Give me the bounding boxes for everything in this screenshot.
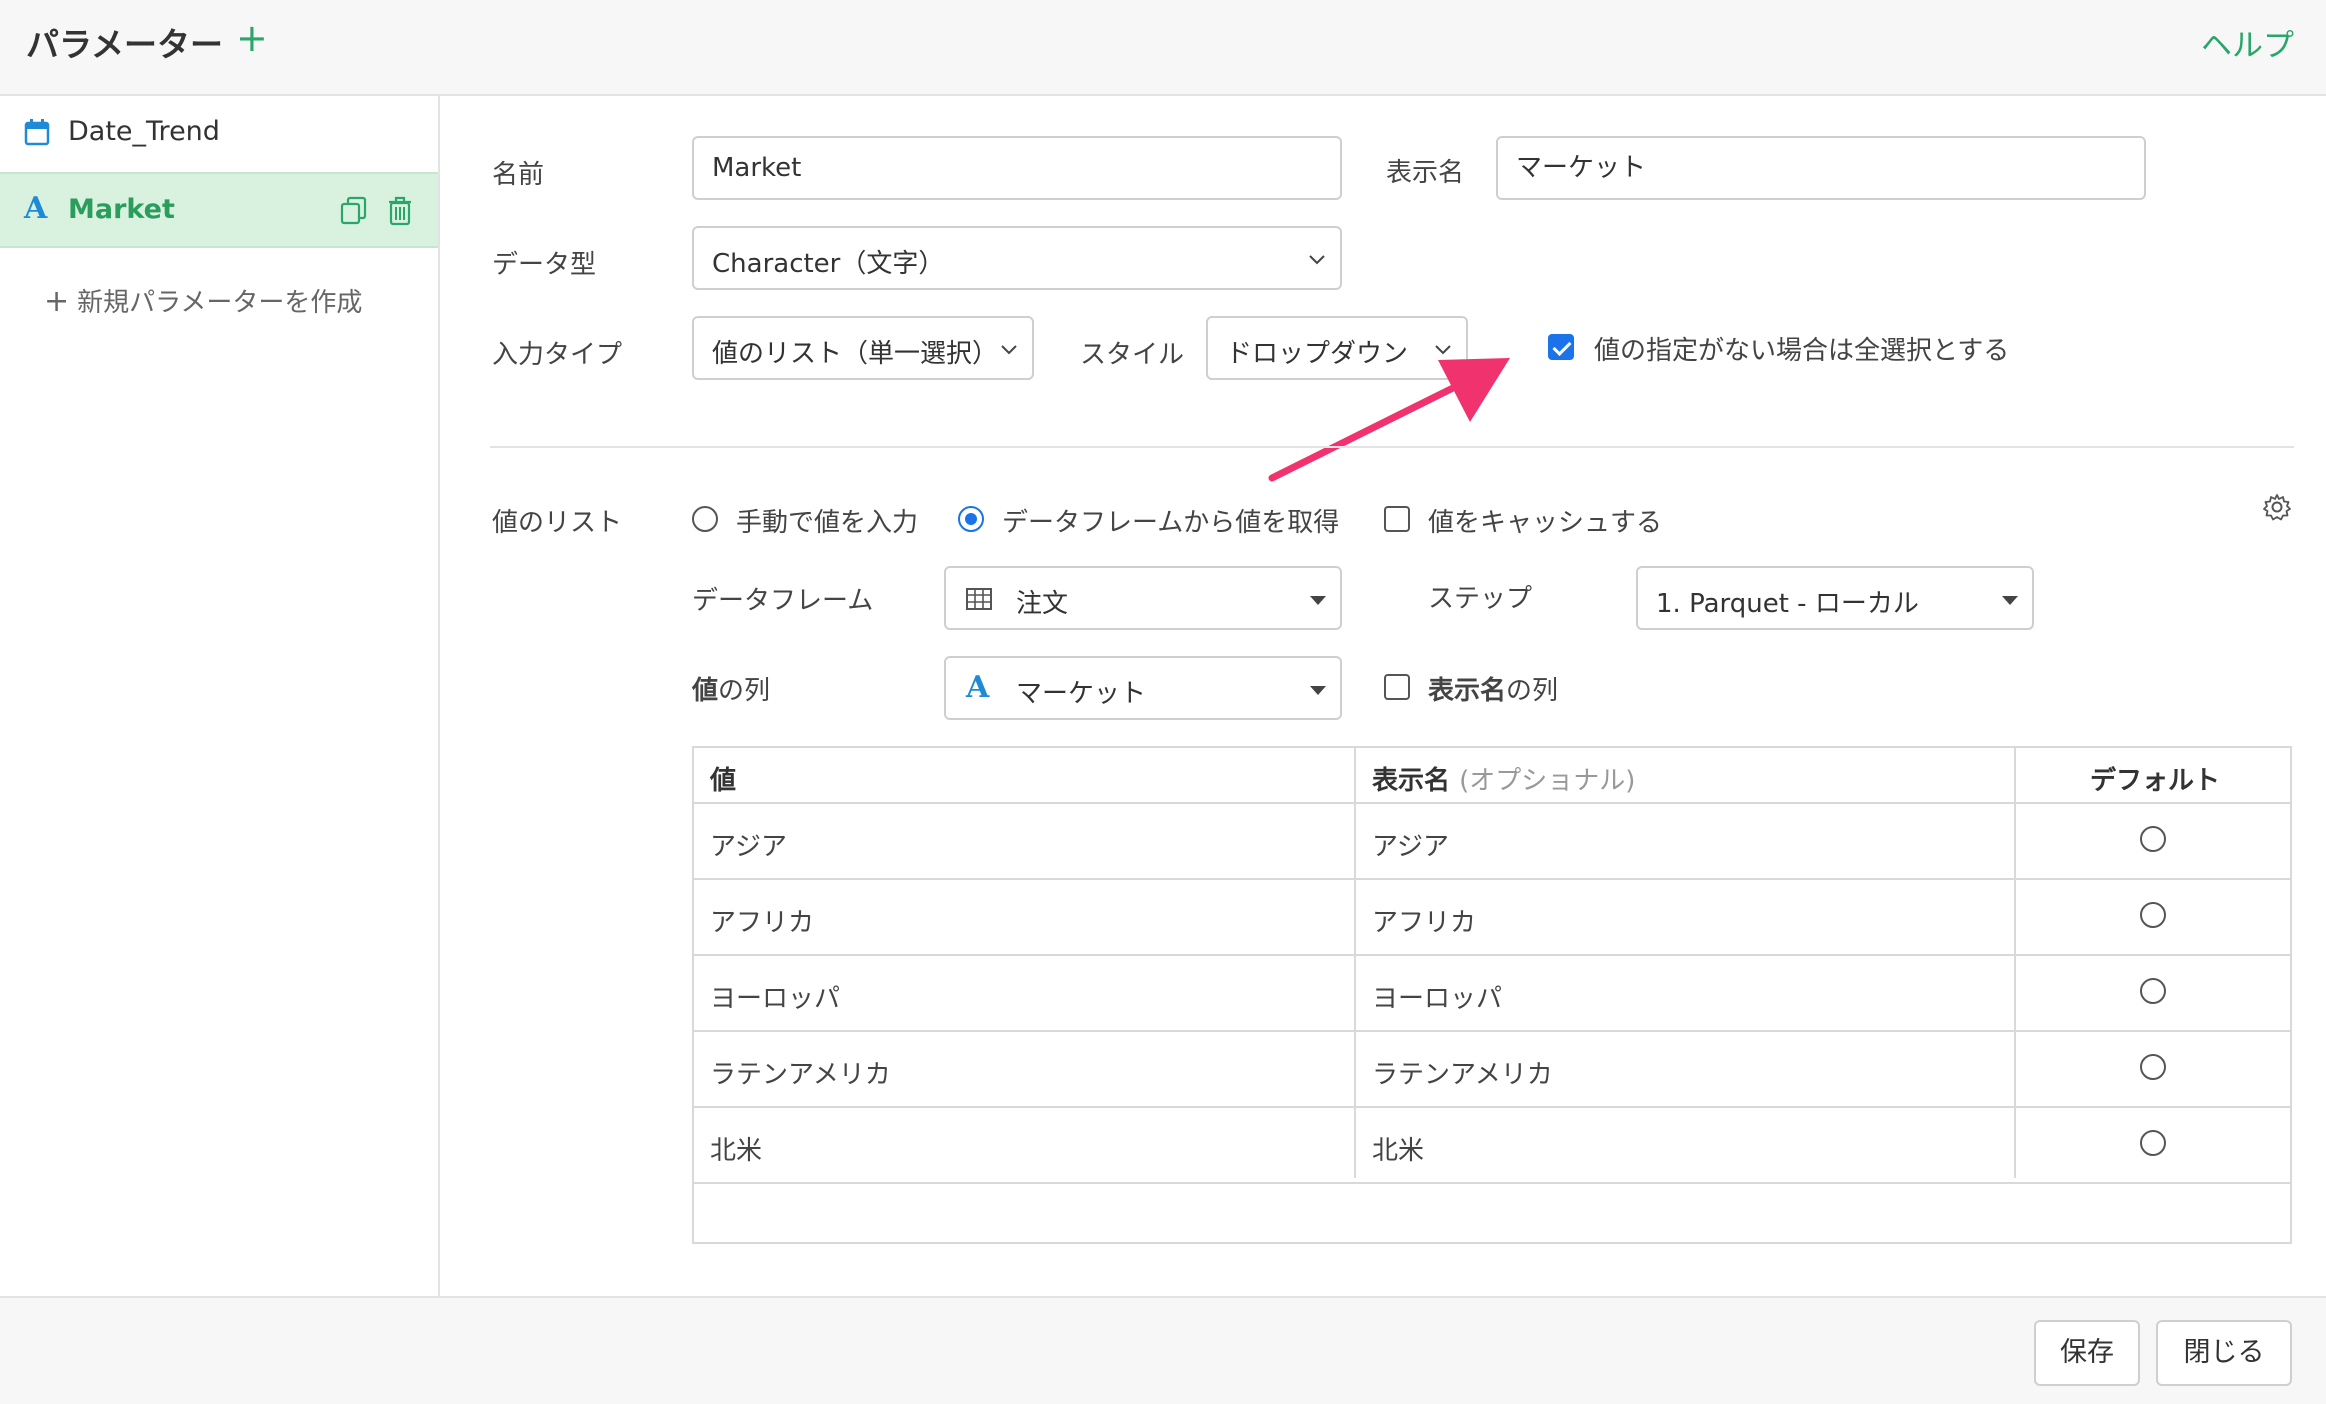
sidebar: Date_Trend A Market + 新規パラメーターを作成 [0,96,440,1296]
page-title: パラメーター [26,25,224,64]
select-all-checkbox[interactable] [1548,334,1574,360]
value-list-label: 値のリスト [492,508,623,538]
gear-icon[interactable] [2262,492,2292,522]
sidebar-item-market[interactable]: A Market [0,172,438,248]
header-default: デフォルト [2090,766,2221,796]
character-type-icon: A [966,670,990,705]
data-type-label: データ型 [492,250,597,280]
style-label: スタイル [1080,340,1185,370]
value-column-select[interactable]: A マーケット [944,656,1342,720]
new-parameter-button[interactable]: + 新規パラメーターを作成 [44,282,362,319]
table-icon [966,588,992,610]
footer: 保存 閉じる [0,1296,2326,1404]
sidebar-item-date-trend[interactable]: Date_Trend [0,96,438,172]
cell-display[interactable]: ヨーロッパ [1372,978,1502,1015]
cell-display[interactable]: 北米 [1372,1130,1424,1167]
calendar-icon [24,119,50,146]
input-type-select[interactable]: 値のリスト（単一選択） [692,316,1034,380]
dataframe-select[interactable]: 注文 [944,566,1342,630]
table-row: アフリカ アフリカ [694,880,2290,956]
chevron-down-icon [1309,255,1325,265]
input-type-value: 値のリスト（単一選択） [712,339,999,369]
from-dataframe-radio[interactable] [958,506,984,532]
step-select[interactable]: 1. Parquet - ローカル [1636,566,2034,630]
character-type-icon: A [24,191,48,226]
duplicate-icon[interactable] [340,196,368,226]
value-column-label: 値の列 [692,676,771,706]
default-radio[interactable] [2140,826,2166,852]
header: パラメーター + ヘルプ [0,0,2326,96]
sidebar-item-label: Date_Trend [68,116,220,147]
display-name-column-label: 表示名の列 [1428,676,1559,706]
name-label: 名前 [492,160,545,190]
cell-value[interactable]: アジア [710,826,787,863]
values-table: 値 表示名 (オプショナル) デフォルト アジア アジア アフリカ アフリカ ヨ… [692,746,2292,1244]
dataframe-label: データフレーム [692,586,874,616]
table-header: 値 表示名 (オプショナル) デフォルト [694,748,2290,804]
dataframe-value: 注文 [1016,589,1069,619]
cell-value[interactable]: ラテンアメリカ [710,1054,891,1091]
annotation-arrow [1268,358,1510,482]
cache-values-label: 値をキャッシュする [1428,508,1663,538]
caret-down-icon [2002,596,2018,605]
new-parameter-label: 新規パラメーターを作成 [77,288,363,318]
manual-input-radio[interactable] [692,506,718,532]
cell-value[interactable]: アフリカ [710,902,814,939]
value-column-value: マーケット [1016,679,1147,709]
section-divider [490,446,2294,448]
caret-down-icon [1310,686,1326,695]
manual-input-label: 手動で値を入力 [736,508,919,538]
name-input[interactable]: Market [692,136,1342,200]
cell-value[interactable]: 北米 [710,1130,762,1167]
data-type-select[interactable]: Character（文字） [692,226,1342,290]
data-type-value: Character（文字） [712,249,945,279]
save-button[interactable]: 保存 [2034,1320,2140,1386]
step-label: ステップ [1428,584,1533,614]
chevron-down-icon [1001,345,1017,355]
cache-values-checkbox[interactable] [1384,506,1410,532]
default-radio[interactable] [2140,902,2166,928]
cell-display[interactable]: ラテンアメリカ [1372,1054,1553,1091]
table-row: アジア アジア [694,804,2290,880]
table-row: ヨーロッパ ヨーロッパ [694,956,2290,1032]
close-button[interactable]: 閉じる [2156,1320,2292,1386]
table-row: ラテンアメリカ ラテンアメリカ [694,1032,2290,1108]
select-all-label: 値の指定がない場合は全選択とする [1594,336,2010,366]
caret-down-icon [1310,596,1326,605]
display-name-input[interactable]: マーケット [1496,136,2146,200]
display-name-column-checkbox[interactable] [1384,674,1410,700]
cell-display[interactable]: アフリカ [1372,902,1476,939]
help-link[interactable]: ヘルプ [2201,20,2294,65]
default-radio[interactable] [2140,978,2166,1004]
header-value: 値 [710,766,737,796]
sidebar-item-label: Market [68,194,175,225]
trash-icon[interactable] [386,196,414,226]
add-parameter-button[interactable]: + [236,16,268,60]
default-radio[interactable] [2140,1130,2166,1156]
default-radio[interactable] [2140,1054,2166,1080]
table-row: 北米 北米 [694,1108,2290,1184]
cell-value[interactable]: ヨーロッパ [710,978,840,1015]
from-dataframe-label: データフレームから値を取得 [1002,508,1340,538]
cell-display[interactable]: アジア [1372,826,1449,863]
display-name-label: 表示名 [1386,158,1465,188]
step-value: 1. Parquet - ローカル [1656,589,1919,619]
header-display-name: 表示名 (オプショナル) [1372,766,1636,796]
plus-icon: + [44,284,70,319]
input-type-label: 入力タイプ [492,340,623,370]
